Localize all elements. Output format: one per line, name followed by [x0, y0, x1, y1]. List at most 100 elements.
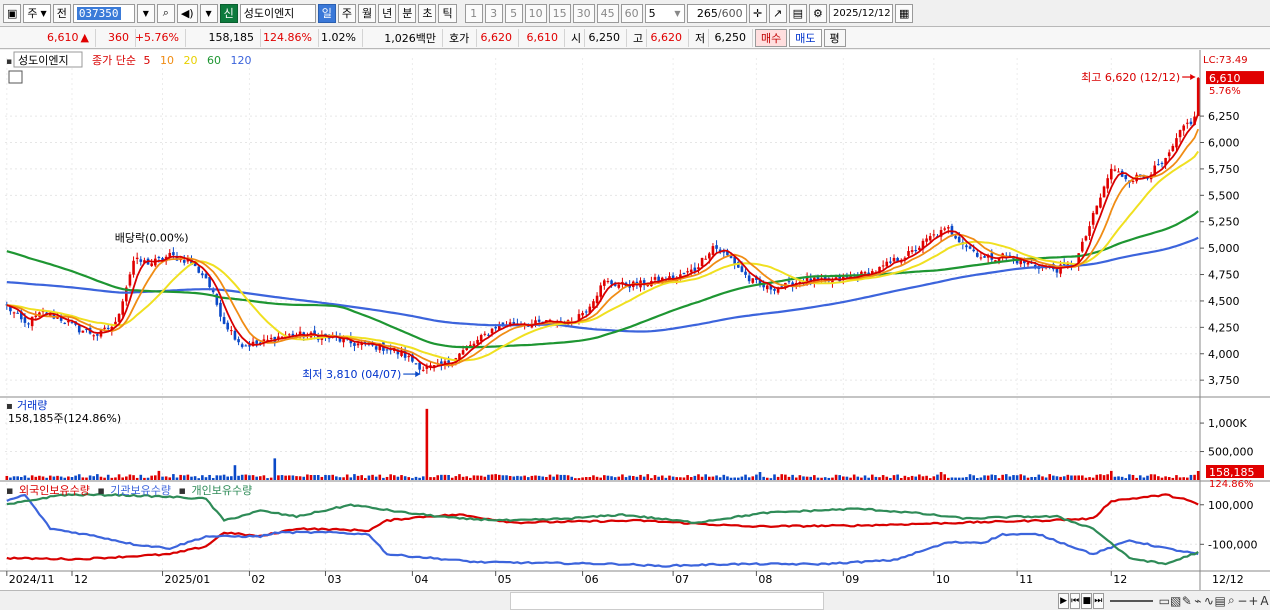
stop-icon[interactable]: ■ [1081, 592, 1093, 609]
scroll-track[interactable] [510, 591, 824, 610]
x-tick-label: 07 [675, 573, 689, 586]
compare-icon[interactable]: ▧ [1170, 593, 1181, 609]
volume-bar [1106, 474, 1109, 480]
candle-body [1106, 178, 1109, 189]
calculator-icon[interactable] [8, 70, 23, 84]
interval-tab-7[interactable]: 60 [620, 3, 643, 23]
zoom-slider[interactable] [1109, 599, 1153, 602]
period-tab-5[interactable]: 초 [418, 3, 437, 23]
volume-bar [494, 474, 497, 480]
tools-icon[interactable]: ✎ [1181, 593, 1192, 609]
volume-bar [668, 475, 671, 480]
sound-icon[interactable]: ◀) [176, 3, 198, 23]
quote-bar: 6,610 ▲ 360 +5.76% 158,185 124.86% 1.02%… [0, 27, 1270, 49]
volume-bar [1117, 476, 1120, 480]
gear-icon[interactable]: ⚙ [808, 3, 827, 23]
options-chevron-icon[interactable]: ▼ [199, 3, 218, 23]
eval-button[interactable]: 평 [823, 28, 846, 47]
candle-body [30, 316, 34, 327]
volume-bar [1004, 474, 1008, 480]
candle-body [983, 256, 986, 258]
stock-code-input[interactable]: 037350 [72, 3, 135, 23]
volume-bar [878, 477, 881, 480]
market-select[interactable]: 주 ▼ [23, 3, 51, 23]
interval-tab-0[interactable]: 1 [464, 3, 483, 23]
volume-bar [1182, 477, 1186, 480]
candle-body [12, 312, 16, 314]
interval-select[interactable]: 5 ▼ [644, 3, 685, 23]
candle-body [472, 343, 476, 347]
candle-body [606, 281, 610, 283]
draw-tool-icon[interactable]: ↗ [768, 3, 787, 23]
legend-foreign: 외국인보유수량 [19, 484, 90, 497]
candle-body [787, 281, 791, 283]
legend-individual: 개인보유수량 [191, 484, 252, 497]
volume-bar [331, 474, 335, 480]
chart-svg[interactable]: 3,750 4,000 4,250 4,500 4,750 5,000 5,250 5,500… [0, 50, 1270, 590]
volume-bar [823, 477, 827, 480]
volume-bar [603, 475, 606, 480]
volume-bar [889, 477, 892, 480]
candle-body [356, 343, 360, 346]
code-dropdown-icon[interactable]: ▼ [136, 3, 155, 23]
fit-icon[interactable]: ▭ [1159, 593, 1170, 609]
draw-icon[interactable]: ∿ [1203, 593, 1214, 609]
interval-tab-1[interactable]: 3 [484, 3, 503, 23]
interval-tab-2[interactable]: 5 [504, 3, 523, 23]
volume-bar [918, 474, 921, 480]
volume-bar [508, 475, 512, 480]
first-icon[interactable]: ⏮ [1069, 592, 1081, 609]
next-page-icon[interactable]: ▶ [1058, 592, 1069, 609]
interval-tab-5[interactable]: 30 [572, 3, 595, 23]
volume-bar [809, 476, 813, 480]
bullet-icon: ▪ [6, 484, 13, 497]
calendar-icon[interactable]: ▦ [894, 3, 914, 23]
y-tick-label: 4,000 [1208, 348, 1240, 361]
x-tick-label: 2024/11 [9, 573, 55, 586]
count-input[interactable]: 265 /600 [686, 3, 747, 23]
layout-icon[interactable]: ▣ [3, 3, 22, 23]
volume-bar [769, 478, 773, 480]
candle-body [715, 245, 718, 249]
chart-area[interactable]: 3,750 4,000 4,250 4,500 4,750 5,000 5,250 5,500… [0, 50, 1270, 590]
volume-bar [856, 476, 860, 480]
candle-body [479, 335, 483, 342]
sell-button[interactable]: 매도 [789, 28, 822, 47]
period-tab-2[interactable]: 월 [357, 3, 377, 23]
volume-bar [244, 474, 248, 480]
prev-button[interactable]: 전 [52, 3, 71, 23]
volume-bar [928, 478, 932, 480]
volume-bar [27, 477, 30, 480]
zoom-out-icon[interactable]: − [1237, 593, 1248, 609]
interval-tab-6[interactable]: 45 [596, 3, 619, 23]
interval-tab-3[interactable]: 10 [524, 3, 547, 23]
x-tick-label: 02 [251, 573, 265, 586]
period-tab-6[interactable]: 틱 [438, 3, 457, 23]
interval-tab-4[interactable]: 15 [548, 3, 571, 23]
zoom-in-icon[interactable]: + [1248, 593, 1259, 609]
volume-bar [733, 477, 736, 480]
volume-bar [860, 477, 863, 480]
crosshair-icon[interactable]: ✛ [748, 3, 767, 23]
magnet-icon[interactable]: ⌁ [1192, 593, 1203, 609]
candle-body [1117, 171, 1120, 173]
save-icon[interactable]: ▤ [788, 3, 807, 23]
period-tab-4[interactable]: 분 [398, 3, 417, 23]
volume-bar [936, 474, 939, 480]
period-tab-0[interactable]: 일 [317, 3, 336, 23]
candle-body [342, 338, 345, 343]
buy-button[interactable]: 매수 [755, 28, 788, 47]
period-tab-1[interactable]: 주 [337, 3, 356, 23]
period-tab-3[interactable]: 년 [378, 3, 397, 23]
table-icon[interactable]: ▤ [1214, 593, 1225, 609]
date-input[interactable]: 2025/12/12 [828, 3, 893, 23]
last-icon[interactable]: ⏭ [1093, 592, 1104, 609]
volume-bar [421, 476, 425, 480]
volume-bar [559, 474, 563, 480]
candle-body [81, 330, 85, 333]
zoom-icon[interactable]: ⌕ [1226, 593, 1237, 609]
volume-bar [693, 475, 697, 480]
search-icon[interactable]: ⌕ [156, 3, 175, 23]
volume-bar [48, 475, 52, 480]
font-size-icon[interactable]: A [1259, 593, 1270, 609]
